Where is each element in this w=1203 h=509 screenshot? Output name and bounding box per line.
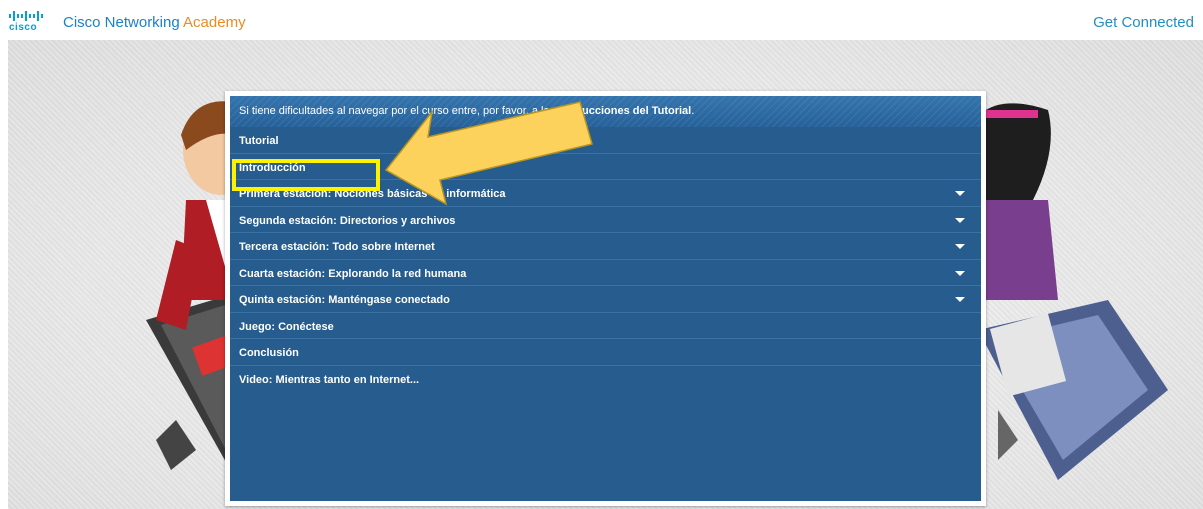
menu-item-quinta-estacion[interactable]: Quinta estación: Manténgase conectado — [230, 286, 981, 313]
introduccion-highlight-box — [232, 159, 380, 191]
chevron-down-icon[interactable] — [955, 297, 965, 302]
menu-item-label: Conclusión — [239, 347, 299, 359]
course-stage: Si tiene dificultades al navegar por el … — [8, 40, 1203, 509]
menu-item-cuarta-estacion[interactable]: Cuarta estación: Explorando la red human… — [230, 260, 981, 286]
menu-item-video[interactable]: Video: Mientras tanto en Internet... — [230, 366, 981, 393]
cisco-logo-icon[interactable]: cisco — [8, 9, 56, 33]
brand-main: Cisco Networking — [63, 14, 184, 31]
menu-item-label: Cuarta estación: Explorando la red human… — [239, 267, 467, 280]
chevron-down-icon[interactable] — [955, 244, 965, 249]
menu-item-label: Quinta estación: Manténgase conectado — [239, 294, 450, 306]
notice-end: . — [691, 105, 695, 117]
menu-item-label: Juego: Conéctese — [239, 320, 334, 333]
menu-item-label: Tutorial — [239, 135, 279, 147]
course-menu-panel: Si tiene dificultades al navegar por el … — [225, 91, 986, 506]
menu-item-conclusion[interactable]: Conclusión — [230, 339, 981, 366]
top-bar: cisco Cisco Networking Academy Get Conne… — [0, 0, 1203, 40]
pointer-arrow-icon — [384, 101, 593, 206]
menu-item-label: Segunda estación: Directorios y archivos — [239, 214, 456, 227]
menu-item-label: Tercera estación: Todo sobre Internet — [239, 241, 435, 253]
logo-wordmark: cisco — [9, 22, 38, 33]
get-connected-link[interactable]: Get Connected — [1093, 14, 1194, 31]
chevron-down-icon[interactable] — [955, 270, 965, 276]
chevron-down-icon[interactable] — [955, 191, 965, 196]
menu-item-juego[interactable]: Juego: Conéctese — [230, 313, 981, 339]
brand-title: Cisco Networking Academy — [63, 14, 246, 31]
brand-accent: Academy — [183, 14, 246, 31]
menu-item-label: Video: Mientras tanto en Internet... — [239, 373, 420, 386]
menu-item-tercera-estacion[interactable]: Tercera estación: Todo sobre Internet — [230, 233, 981, 260]
menu-item-tutorial[interactable]: Tutorial — [230, 127, 981, 154]
menu-item-segunda-estacion[interactable]: Segunda estación: Directorios y archivos — [230, 207, 981, 233]
chevron-down-icon[interactable] — [955, 217, 965, 223]
panel-notice: Si tiene dificultades al navegar por el … — [230, 96, 981, 127]
